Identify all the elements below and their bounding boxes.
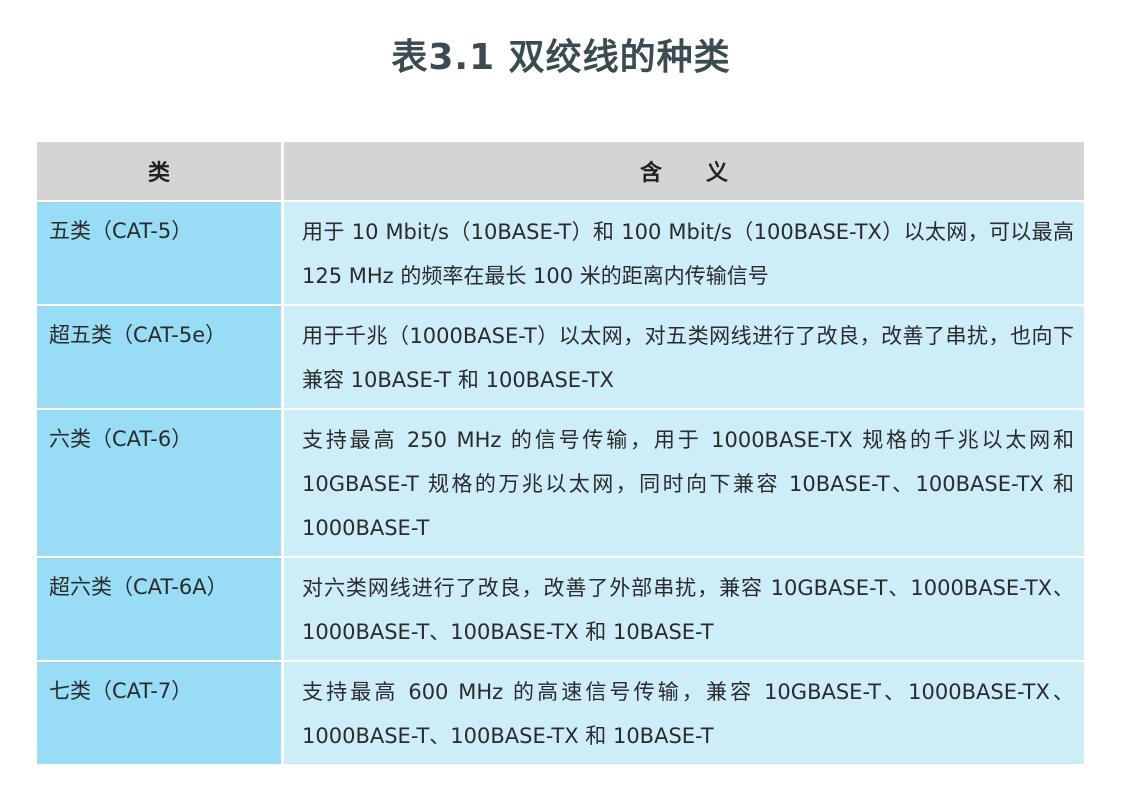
cell-type: 超六类（CAT-6A）: [37, 556, 284, 660]
cell-meaning: 支持最高 250 MHz 的信号传输，用于 1000BASE-TX 规格的千兆以…: [284, 408, 1084, 556]
table-header-row: 类 含 义: [37, 142, 1084, 200]
table-row: 七类（CAT-7） 支持最高 600 MHz 的高速信号传输，兼容 10GBAS…: [37, 660, 1084, 764]
header-meaning: 含 义: [284, 142, 1084, 200]
cell-type: 七类（CAT-7）: [37, 660, 284, 764]
cell-meaning: 支持最高 600 MHz 的高速信号传输，兼容 10GBASE-T、1000BA…: [284, 660, 1084, 764]
cable-types-table: 类 含 义 五类（CAT-5） 用于 10 Mbit/s（10BASE-T）和 …: [37, 142, 1084, 764]
table-row: 五类（CAT-5） 用于 10 Mbit/s（10BASE-T）和 100 Mb…: [37, 200, 1084, 304]
table-row: 六类（CAT-6） 支持最高 250 MHz 的信号传输，用于 1000BASE…: [37, 408, 1084, 556]
cell-meaning: 对六类网线进行了改良，改善了外部串扰，兼容 10GBASE-T、1000BASE…: [284, 556, 1084, 660]
cell-type: 六类（CAT-6）: [37, 408, 284, 556]
table-row: 超六类（CAT-6A） 对六类网线进行了改良，改善了外部串扰，兼容 10GBAS…: [37, 556, 1084, 660]
table-title: 表3.1 双绞线的种类: [391, 37, 731, 78]
table-row: 超五类（CAT-5e） 用于千兆（1000BASE-T）以太网，对五类网线进行了…: [37, 304, 1084, 408]
cell-meaning: 用于千兆（1000BASE-T）以太网，对五类网线进行了改良，改善了串扰，也向下…: [284, 304, 1084, 408]
cell-type: 五类（CAT-5）: [37, 200, 284, 304]
cell-type: 超五类（CAT-5e）: [37, 304, 284, 408]
cell-meaning: 用于 10 Mbit/s（10BASE-T）和 100 Mbit/s（100BA…: [284, 200, 1084, 304]
header-type: 类: [37, 142, 284, 200]
